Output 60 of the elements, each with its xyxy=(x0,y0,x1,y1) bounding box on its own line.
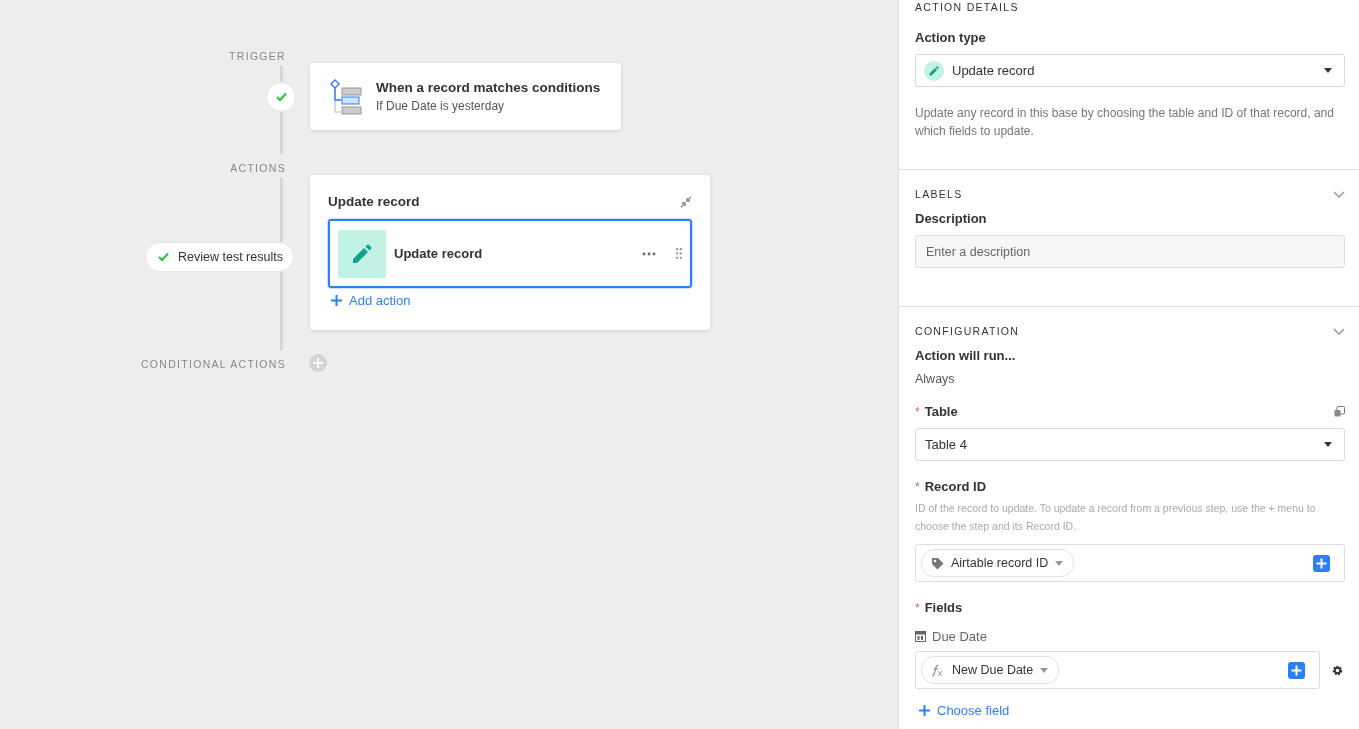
drag-handle-icon[interactable] xyxy=(676,248,682,259)
required-mark: * xyxy=(915,479,920,494)
add-token-icon[interactable] xyxy=(1288,661,1305,679)
section-heading: CONFIGURATION xyxy=(915,325,1020,337)
field-label: Table xyxy=(924,404,959,419)
required-mark: * xyxy=(915,404,920,419)
dropdown-caret-icon xyxy=(1324,68,1332,73)
dropdown-caret-icon xyxy=(1055,560,1064,566)
collapse-icon[interactable] xyxy=(680,195,692,208)
formula-token[interactable]: New Due Date xyxy=(921,656,1060,684)
record-id-token[interactable]: Airtable record ID xyxy=(921,549,1075,577)
settings-icon[interactable] xyxy=(1332,664,1343,676)
plus-icon xyxy=(331,295,342,306)
conditions-tree-icon xyxy=(329,77,363,116)
select-value: Update record xyxy=(952,63,1036,78)
action-group-title: Update record xyxy=(328,194,420,209)
table-select[interactable]: Table 4 xyxy=(915,428,1345,461)
field-label: Description xyxy=(915,211,988,226)
action-description: Update any record in this base by choosing the table and ID of that record, and which fields to update. xyxy=(915,105,1335,140)
field-name: Due Date xyxy=(932,629,987,644)
review-test-results-button[interactable]: Review test results xyxy=(145,242,294,272)
pencil-icon xyxy=(924,60,944,81)
section-label: ACTIONS xyxy=(229,162,286,174)
field-label: Fields xyxy=(924,600,964,615)
add-token-icon[interactable] xyxy=(1313,554,1330,572)
step-label: Update record xyxy=(394,246,484,261)
open-table-icon[interactable] xyxy=(1334,406,1345,417)
action-type-select[interactable]: Update record xyxy=(915,54,1345,87)
trigger-title: When a record matches conditions xyxy=(376,80,601,95)
calendar-icon xyxy=(915,631,926,642)
field-label: Action will run... xyxy=(915,348,1017,363)
chevron-down-icon[interactable] xyxy=(1333,325,1345,337)
select-value: Table 4 xyxy=(925,437,968,452)
trigger-condition: If Due Date is yesterday xyxy=(376,99,506,113)
tag-icon xyxy=(931,556,944,570)
choose-field-link[interactable]: Choose field xyxy=(919,703,1010,718)
section-heading: LABELS xyxy=(915,188,963,200)
run-condition: Always xyxy=(915,372,956,386)
chevron-down-icon[interactable] xyxy=(1333,188,1345,200)
section-label: CONDITIONAL ACTIONS xyxy=(139,358,286,370)
check-icon xyxy=(158,252,169,262)
dropdown-caret-icon xyxy=(1324,442,1332,447)
pencil-icon xyxy=(338,229,386,278)
section-heading: ACTION DETAILS xyxy=(915,1,1020,13)
more-icon[interactable] xyxy=(642,251,656,256)
help-text: ID of the record to update. To update a record from a previous step, use the + menu to choose the step and its Record ID. xyxy=(915,501,1317,534)
record-id-field[interactable]: Airtable record ID xyxy=(915,544,1345,582)
add-action-link[interactable]: Add action xyxy=(331,293,411,308)
trigger-card[interactable]: When a record matches conditions If Due Date is yesterday xyxy=(310,63,621,130)
field-label: Record ID xyxy=(924,479,988,494)
check-icon xyxy=(275,92,287,102)
required-mark: * xyxy=(915,600,920,615)
section-label: TRIGGER xyxy=(228,50,286,62)
formula-icon xyxy=(931,663,945,677)
field-label: Action type xyxy=(915,30,987,45)
plus-icon xyxy=(919,705,930,716)
dropdown-caret-icon xyxy=(1040,667,1049,673)
field-value-input[interactable]: New Due Date xyxy=(915,651,1320,689)
description-input[interactable]: Enter a description xyxy=(915,235,1345,268)
action-step[interactable]: Update record xyxy=(328,219,692,288)
